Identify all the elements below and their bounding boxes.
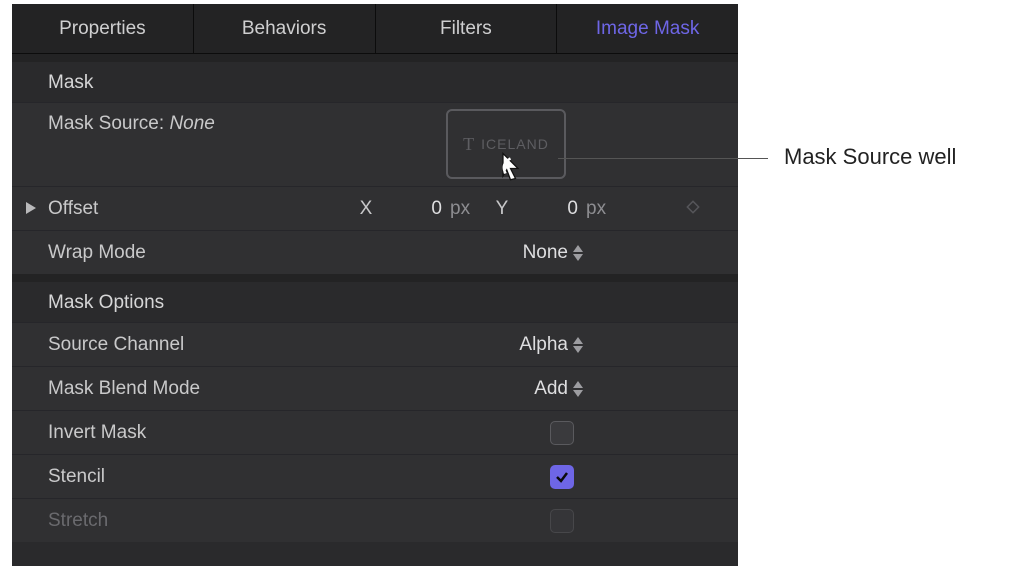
offset-x-axis-label: X (348, 198, 384, 220)
mask-section-header: Mask (12, 62, 738, 102)
mask-blend-mode-row: Mask Blend Mode Add (12, 366, 738, 410)
offset-x-unit: px (446, 198, 484, 220)
inspector-panel: Properties Behaviors Filters Image Mask … (12, 4, 738, 566)
mask-source-row: Mask Source: None T ICELAND (12, 102, 738, 186)
tab-filters[interactable]: Filters (376, 4, 558, 53)
divider (12, 274, 738, 282)
stretch-label: Stretch (48, 510, 108, 532)
tab-label: Image Mask (596, 18, 699, 40)
tab-properties[interactable]: Properties (12, 4, 194, 53)
mask-options-header: Mask Options (12, 282, 738, 322)
stretch-row: Stretch (12, 498, 738, 542)
stepper-icon[interactable] (572, 337, 590, 353)
callout-text: Mask Source well (784, 144, 956, 170)
mask-source-label: Mask Source: (48, 113, 164, 134)
mask-source-value: None (169, 113, 214, 134)
mask-blend-mode-label: Mask Blend Mode (48, 378, 200, 400)
stepper-icon[interactable] (572, 245, 590, 261)
source-channel-label: Source Channel (48, 334, 184, 356)
source-channel-value[interactable]: Alpha (519, 334, 572, 356)
wrap-mode-row: Wrap Mode None (12, 230, 738, 274)
offset-y-unit: px (582, 198, 620, 220)
stencil-label: Stencil (48, 466, 105, 488)
stencil-row: Stencil (12, 454, 738, 498)
tab-label: Properties (59, 18, 146, 40)
wrap-mode-label: Wrap Mode (48, 242, 146, 264)
wrap-mode-value[interactable]: None (523, 242, 572, 264)
well-text: ICELAND (481, 136, 549, 152)
invert-mask-label: Invert Mask (48, 422, 146, 444)
invert-mask-row: Invert Mask (12, 410, 738, 454)
section-title: Mask Options (48, 292, 164, 313)
source-channel-row: Source Channel Alpha (12, 322, 738, 366)
disclosure-triangle-icon[interactable] (26, 198, 36, 220)
stencil-checkbox[interactable] (550, 465, 574, 489)
stretch-checkbox (550, 509, 574, 533)
tab-label: Behaviors (242, 18, 327, 40)
callout-line (558, 158, 768, 159)
mask-source-well[interactable]: T ICELAND (446, 109, 566, 179)
offset-y-axis-label: Y (484, 198, 520, 220)
tab-behaviors[interactable]: Behaviors (194, 4, 376, 53)
keyframe-icon[interactable] (686, 198, 700, 220)
tab-bar: Properties Behaviors Filters Image Mask (12, 4, 738, 54)
offset-label: Offset (48, 198, 98, 220)
text-icon: T (463, 134, 475, 155)
divider (12, 54, 738, 62)
offset-row: Offset X 0 px Y 0 px (12, 186, 738, 230)
tab-image-mask[interactable]: Image Mask (557, 4, 738, 53)
offset-y-field[interactable]: 0 (520, 198, 582, 220)
check-icon (554, 469, 570, 485)
stepper-icon[interactable] (572, 381, 590, 397)
invert-mask-checkbox[interactable] (550, 421, 574, 445)
mask-blend-mode-value[interactable]: Add (534, 378, 572, 400)
tab-label: Filters (440, 18, 492, 40)
offset-x-field[interactable]: 0 (384, 198, 446, 220)
section-title: Mask (48, 72, 93, 93)
